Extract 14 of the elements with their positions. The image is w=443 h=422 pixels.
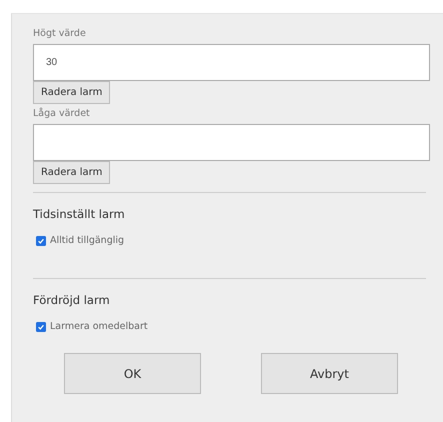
input-field[interactable]: 30 [33,44,430,81]
clear-alarm-button[interactable]: Radera larm [33,161,110,184]
field-label: Högt värde [33,28,86,39]
checkbox-label: Larmera omedelbart [50,321,148,332]
section-heading: Fördröjd larm [33,293,111,307]
checkbox[interactable] [36,322,46,332]
clear-alarm-button[interactable]: Radera larm [33,81,110,104]
field-label: Låga värdet [33,108,90,119]
checkbox-label: Alltid tillgänglig [50,235,124,246]
dialog-button[interactable]: OK [64,353,201,394]
input-field[interactable] [33,124,430,161]
section-heading: Tidsinställt larm [33,207,126,221]
dialog-button[interactable]: Avbryt [261,353,398,394]
checkbox[interactable] [36,236,46,246]
